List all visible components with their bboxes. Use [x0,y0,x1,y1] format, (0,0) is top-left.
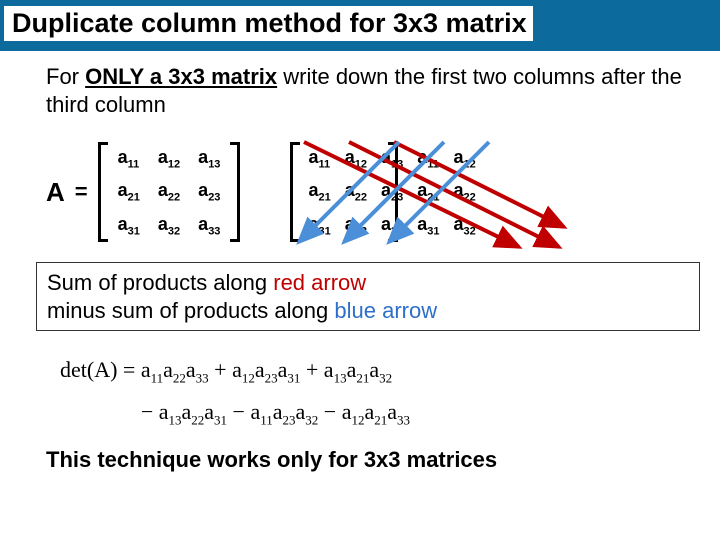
cell-a32: a32 [345,214,367,238]
matrix-a-definition: A = a11 a21 a31 a12 a22 a32 a13 a23 a33 [46,142,240,242]
cell-a23: a23 [198,180,220,204]
footer-note: This technique works only for 3x3 matric… [46,447,690,473]
cell-a22: a22 [345,180,367,204]
cell-a31: a31 [308,214,330,238]
cell-a21: a21 [308,180,330,204]
determinant-formula: det(A) = a11a22a33 + a12a23a31 + a13a21a… [60,349,690,433]
cell-a12: a12 [345,147,367,171]
intro-prefix: For [46,64,85,89]
left-bracket [290,142,300,242]
summary-box: Sum of products along red arrow minus su… [36,262,700,331]
red-arrow-text: red arrow [273,270,366,295]
cell-a12: a12 [158,147,180,171]
matrix-label: A [46,177,65,208]
left-bracket [98,142,108,242]
equals-sign: = [75,179,88,205]
intro-text: For ONLY a 3x3 matrix write down the fir… [46,63,690,118]
cell-a22: a22 [158,180,180,204]
slide-body: For ONLY a 3x3 matrix write down the fir… [0,51,720,473]
cell-a31-dup: a31 [417,214,439,238]
sum-line2a: minus sum of products along [47,298,334,323]
cell-a31: a31 [118,214,140,238]
cell-a11: a11 [118,147,140,171]
right-bracket [230,142,240,242]
cell-a32: a32 [158,214,180,238]
intro-emphasis: ONLY a 3x3 matrix [85,64,277,89]
cell-a12-dup: a12 [454,147,476,171]
cell-a11: a11 [308,147,330,171]
cell-a21-dup: a21 [417,180,439,204]
slide-title: Duplicate column method for 3x3 matrix [4,6,533,41]
matrix-expanded: a11 a21 a31 a12 a22 a32 a13 a23 a33 a11 … [290,142,397,242]
right-bracket [388,142,398,242]
formula-lhs: det(A) = [60,357,141,382]
blue-arrow-text: blue arrow [334,298,437,323]
matrices-row: A = a11 a21 a31 a12 a22 a32 a13 a23 a33 … [46,142,690,242]
cell-a33: a33 [198,214,220,238]
cell-a13: a13 [198,147,220,171]
cell-a21: a21 [118,180,140,204]
cell-a32-dup: a32 [454,214,476,238]
sum-line1a: Sum of products along [47,270,273,295]
matrix-grid-3x3: a11 a21 a31 a12 a22 a32 a13 a23 a33 [118,142,221,242]
title-bar: Duplicate column method for 3x3 matrix [0,0,720,51]
cell-a22-dup: a22 [454,180,476,204]
cell-a11-dup: a11 [417,147,439,171]
